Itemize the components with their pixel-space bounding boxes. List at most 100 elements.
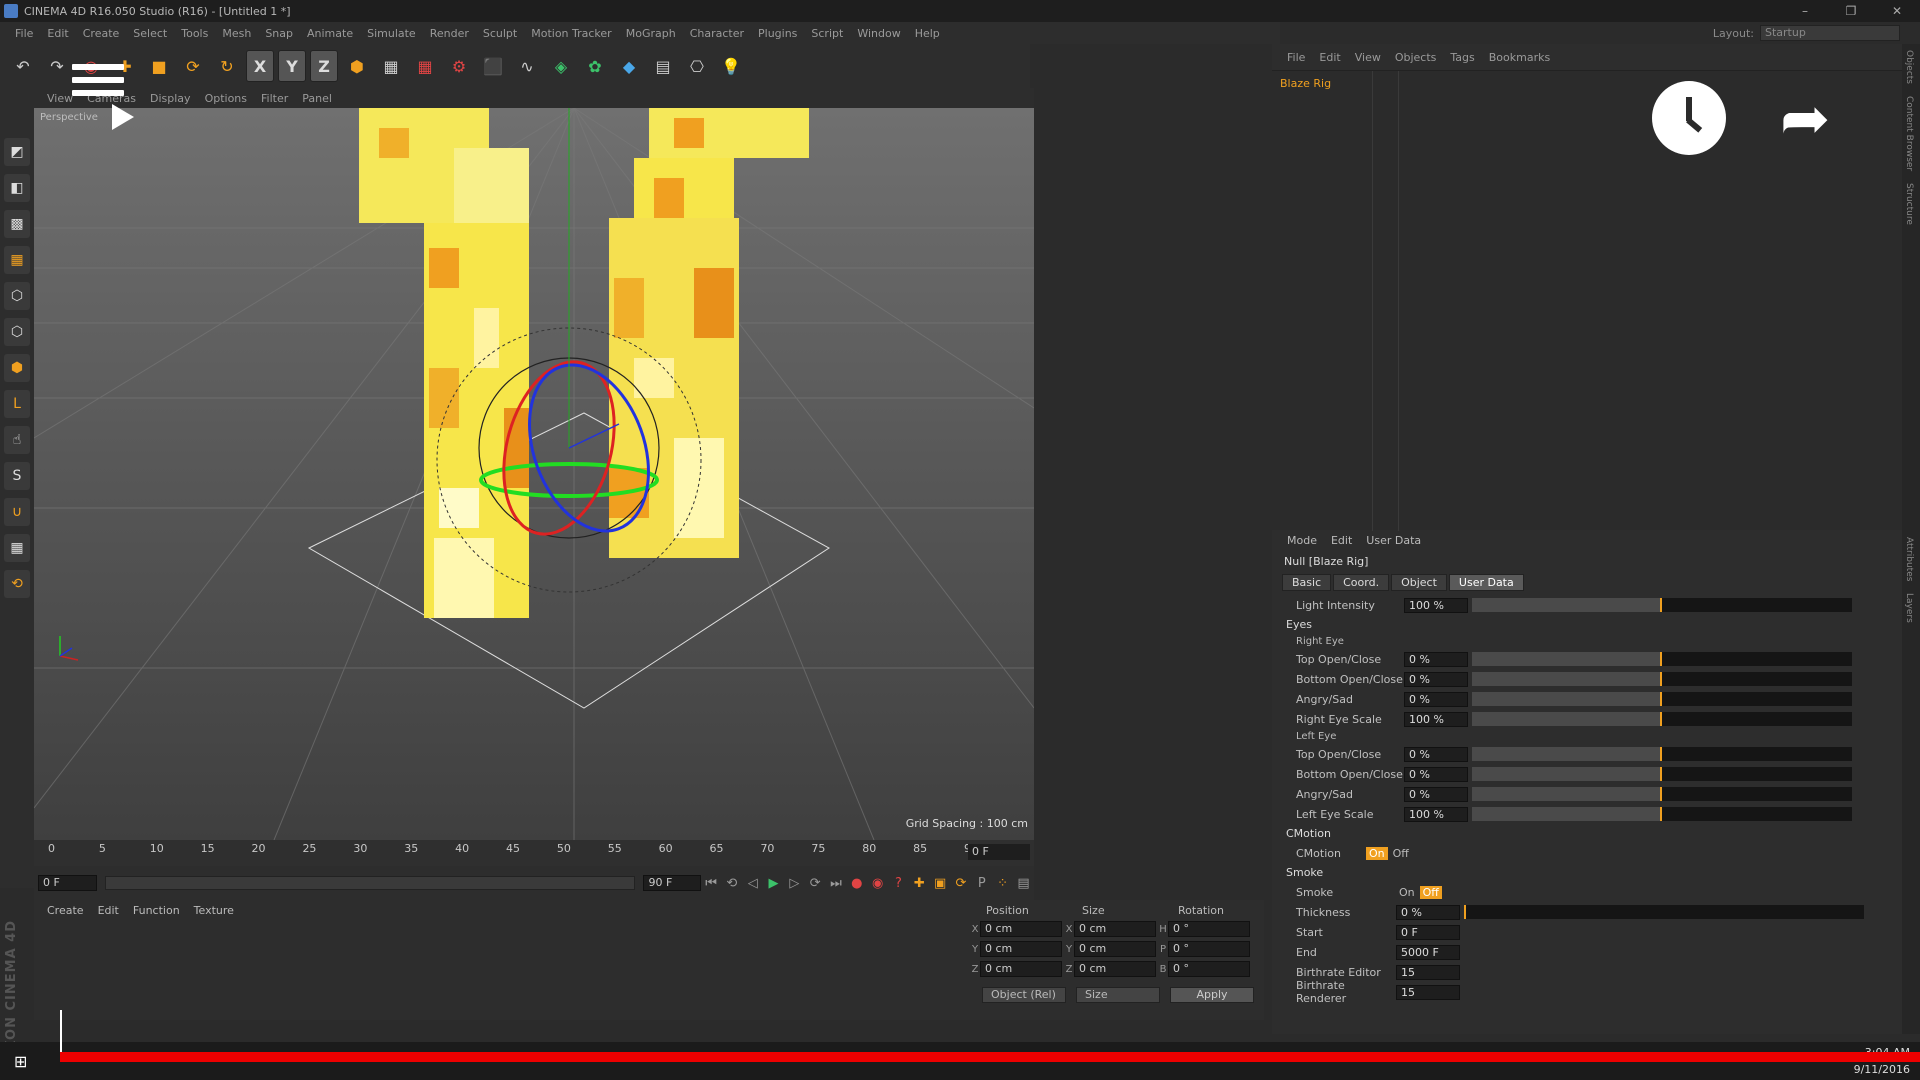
menu-mograph[interactable]: MoGraph	[619, 27, 683, 40]
menu-motion-tracker[interactable]: Motion Tracker	[524, 27, 618, 40]
tweak-mode-icon[interactable]: ☝	[4, 426, 30, 454]
menu-help[interactable]: Help	[908, 27, 947, 40]
frame-range-slider[interactable]	[105, 876, 636, 890]
rotation-p-field[interactable]: 0 °	[1168, 941, 1250, 957]
om-menu-objects[interactable]: Objects	[1388, 51, 1444, 64]
render-view-icon[interactable]: ▦	[376, 50, 406, 82]
param-slider[interactable]	[1472, 692, 1852, 706]
param-field[interactable]: 0 %	[1404, 746, 1468, 762]
light-intensity-slider[interactable]	[1472, 598, 1852, 612]
param-field[interactable]: 0 %	[1404, 766, 1468, 782]
render-picture-viewer-icon[interactable]: ▦	[410, 50, 440, 82]
group-cmotion[interactable]: CMotion	[1282, 824, 1892, 843]
share-arrow-icon[interactable]: ➦	[1780, 89, 1860, 149]
start-frame-field[interactable]: 0 F	[38, 875, 98, 891]
light-icon[interactable]: 💡	[716, 50, 746, 82]
video-progress-bar[interactable]	[60, 1052, 1920, 1062]
object-item-blaze-rig[interactable]: Blaze Rig	[1280, 77, 1331, 90]
side-tab-structure[interactable]: Structure	[1902, 177, 1916, 231]
viewport-menu-panel[interactable]: Panel	[295, 92, 339, 105]
param-slider[interactable]	[1472, 672, 1852, 686]
workplane-icon[interactable]: ▦	[4, 246, 30, 274]
cloner-icon[interactable]: ✿	[580, 50, 610, 82]
attr-menu-user-data[interactable]: User Data	[1359, 534, 1428, 547]
recent-tool-icon[interactable]: ↻	[212, 50, 242, 82]
om-menu-file[interactable]: File	[1280, 51, 1312, 64]
om-menu-edit[interactable]: Edit	[1312, 51, 1347, 64]
menu-sculpt[interactable]: Sculpt	[476, 27, 524, 40]
tab-user-data[interactable]: User Data	[1448, 574, 1524, 591]
birthrate-editor-field[interactable]: 15	[1396, 964, 1460, 980]
x-axis-lock-button[interactable]: X	[246, 50, 274, 82]
menu-select[interactable]: Select	[126, 27, 174, 40]
param-slider[interactable]	[1472, 787, 1852, 801]
z-axis-lock-button[interactable]: Z	[310, 50, 338, 82]
autokey-icon[interactable]: ◉	[867, 876, 888, 891]
cmotion-off-button[interactable]: Off	[1390, 847, 1412, 860]
polygons-mode-icon[interactable]: ⬢	[4, 354, 30, 382]
size-mode-dropdown[interactable]: Size	[1076, 987, 1160, 1003]
go-to-next-key-icon[interactable]: ⟳	[805, 876, 826, 891]
menu-render[interactable]: Render	[423, 27, 476, 40]
menu-create[interactable]: Create	[76, 27, 127, 40]
minimize-button[interactable]: –	[1782, 0, 1828, 22]
coord-mode-dropdown[interactable]: Object (Rel)	[982, 987, 1066, 1003]
attr-menu-edit[interactable]: Edit	[1324, 534, 1359, 547]
group-left-eye[interactable]: Left Eye	[1282, 729, 1892, 744]
clock-icon[interactable]	[1652, 81, 1726, 155]
end-field[interactable]: 5000 F	[1396, 944, 1460, 960]
key-parameter-icon[interactable]: P	[971, 876, 992, 891]
menu-snap[interactable]: Snap	[258, 27, 300, 40]
magnet-icon[interactable]: ∪	[4, 498, 30, 526]
current-frame-field[interactable]: 0 F	[968, 844, 1030, 860]
menu-plugins[interactable]: Plugins	[751, 27, 804, 40]
param-field[interactable]: 100 %	[1404, 711, 1468, 727]
key-rotation-icon[interactable]: ⟳	[951, 876, 972, 891]
cmotion-on-button[interactable]: On	[1366, 846, 1388, 860]
maximize-button[interactable]: ❐	[1828, 0, 1874, 22]
group-eyes[interactable]: Eyes	[1282, 615, 1892, 634]
menu-character[interactable]: Character	[683, 27, 751, 40]
coordinate-system-icon[interactable]: ⬢	[342, 50, 372, 82]
axis-mode-icon[interactable]: L	[4, 390, 30, 418]
size-y-field[interactable]: 0 cm	[1074, 941, 1156, 957]
param-field[interactable]: 100 %	[1404, 806, 1468, 822]
material-menu-texture[interactable]: Texture	[187, 904, 241, 917]
close-button[interactable]: ✕	[1874, 0, 1920, 22]
viewport-menu-filter[interactable]: Filter	[254, 92, 295, 105]
viewport-menu-options[interactable]: Options	[198, 92, 254, 105]
side-tab-layers[interactable]: Layers	[1902, 587, 1916, 629]
solo-icon[interactable]: ⟲	[4, 570, 30, 598]
cube-icon[interactable]: ⬛	[478, 50, 508, 82]
keyframe-selection-icon[interactable]: ?	[888, 876, 909, 891]
material-menu-edit[interactable]: Edit	[91, 904, 126, 917]
material-menu-create[interactable]: Create	[40, 904, 91, 917]
menu-simulate[interactable]: Simulate	[360, 27, 423, 40]
go-to-start-icon[interactable]: ⏮	[701, 876, 722, 891]
rotation-h-field[interactable]: 0 °	[1168, 921, 1250, 937]
menu-window[interactable]: Window	[850, 27, 907, 40]
subdivision-surface-icon[interactable]: ◈	[546, 50, 576, 82]
position-y-field[interactable]: 0 cm	[980, 941, 1062, 957]
viewport-menu-display[interactable]: Display	[143, 92, 198, 105]
camera-icon[interactable]: ⎔	[682, 50, 712, 82]
group-smoke[interactable]: Smoke	[1282, 863, 1892, 882]
overlay-menu-icon[interactable]	[72, 64, 124, 104]
param-field[interactable]: 0 %	[1404, 786, 1468, 802]
param-field[interactable]: 0 %	[1404, 671, 1468, 687]
spline-pen-icon[interactable]: ∿	[512, 50, 542, 82]
menu-animate[interactable]: Animate	[300, 27, 360, 40]
attr-menu-mode[interactable]: Mode	[1280, 534, 1324, 547]
timeline-ruler[interactable]: 051015202530354045505560657075808590 0 F	[34, 840, 1034, 866]
om-menu-bookmarks[interactable]: Bookmarks	[1482, 51, 1557, 64]
param-slider[interactable]	[1472, 712, 1852, 726]
y-axis-lock-button[interactable]: Y	[278, 50, 306, 82]
size-z-field[interactable]: 0 cm	[1074, 961, 1156, 977]
model-mode-icon[interactable]: ◧	[4, 174, 30, 202]
go-to-end-icon[interactable]: ⏭	[826, 876, 847, 891]
next-frame-icon[interactable]: ▷	[784, 876, 805, 891]
side-tab-attributes[interactable]: Attributes	[1902, 531, 1916, 587]
overlay-play-icon[interactable]	[112, 104, 134, 130]
param-field[interactable]: 0 %	[1404, 691, 1468, 707]
menu-script[interactable]: Script	[804, 27, 850, 40]
